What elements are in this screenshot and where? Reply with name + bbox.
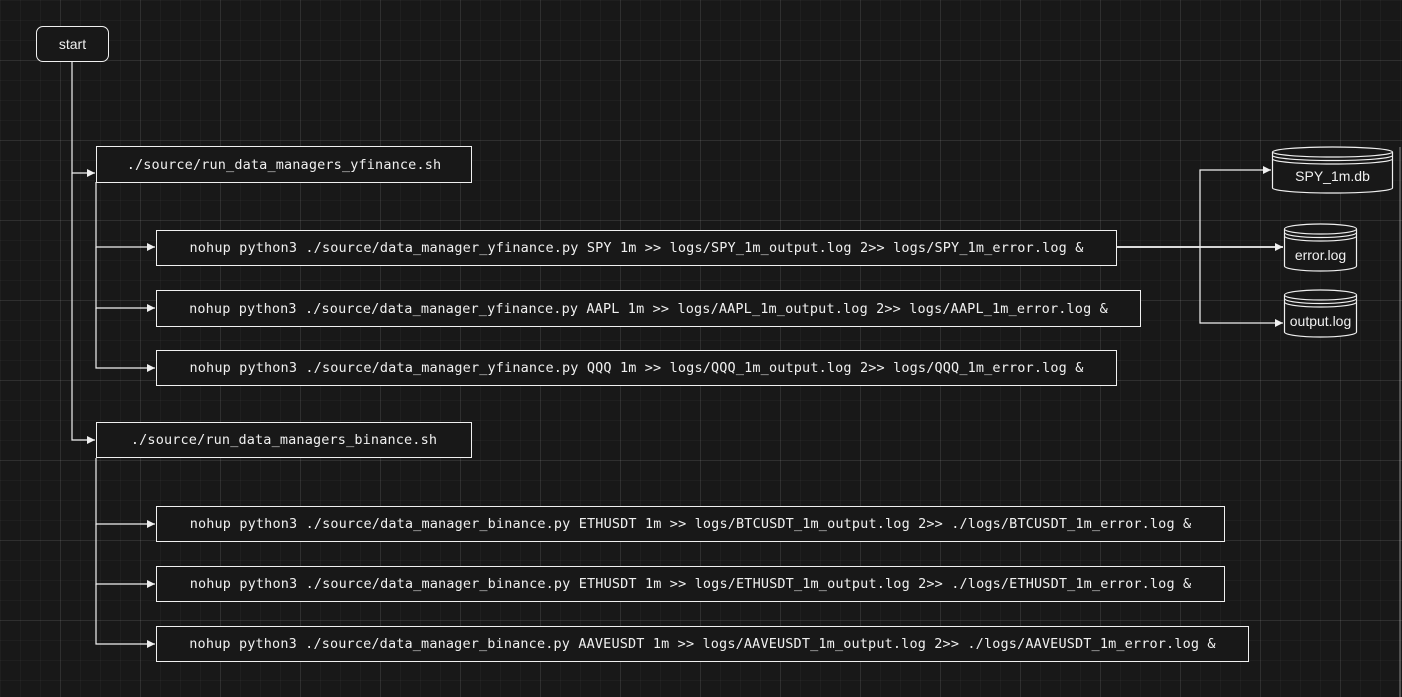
cmd-ethusdt-node[interactable]: nohup python3 ./source/data_manager_bina… <box>156 566 1225 602</box>
spy-db-cylinder[interactable]: SPY_1m.db <box>1271 145 1394 195</box>
connector-yfinance-to-qqq <box>95 308 155 372</box>
error-log-label: error.log <box>1294 247 1347 263</box>
cmd-btcusdt-label: nohup python3 ./source/data_manager_bina… <box>189 516 1192 532</box>
connector-start-to-binance <box>71 173 95 444</box>
connector-spy-to-output-log <box>1199 247 1283 327</box>
cmd-aapl-node[interactable]: nohup python3 ./source/data_manager_yfin… <box>156 290 1141 327</box>
cmd-aapl-label: nohup python3 ./source/data_manager_yfin… <box>189 300 1108 317</box>
connector-binance-to-ethusdt <box>95 524 155 588</box>
connector-binance-to-aaveusdt <box>95 584 155 648</box>
cmd-spy-label: nohup python3 ./source/data_manager_yfin… <box>189 240 1084 256</box>
cmd-spy-node[interactable]: nohup python3 ./source/data_manager_yfin… <box>156 230 1117 266</box>
binance-script-node[interactable]: ./source/run_data_managers_binance.sh <box>96 422 472 458</box>
spy-db-label: SPY_1m.db <box>1295 168 1370 184</box>
connector-binance-to-btcusdt <box>95 458 155 528</box>
yfinance-script-label: ./source/run_data_managers_yfinance.sh <box>126 156 442 173</box>
connector-yfinance-to-aapl <box>95 247 155 312</box>
cmd-aaveusdt-node[interactable]: nohup python3 ./source/data_manager_bina… <box>156 626 1249 662</box>
output-log-cylinder[interactable]: output.log <box>1283 288 1358 339</box>
output-log-label: output.log <box>1289 313 1352 329</box>
cmd-btcusdt-node[interactable]: nohup python3 ./source/data_manager_bina… <box>156 506 1225 542</box>
binance-script-label: ./source/run_data_managers_binance.sh <box>130 432 438 448</box>
yfinance-script-node[interactable]: ./source/run_data_managers_yfinance.sh <box>96 146 472 183</box>
start-node[interactable]: start <box>36 26 109 62</box>
connector-start-to-yfinance <box>71 62 95 177</box>
cmd-ethusdt-label: nohup python3 ./source/data_manager_bina… <box>189 576 1192 592</box>
cmd-qqq-label: nohup python3 ./source/data_manager_yfin… <box>189 360 1084 376</box>
connector-spy-to-db <box>1116 166 1271 248</box>
connector-yfinance-to-spy <box>95 182 155 251</box>
error-log-cylinder[interactable]: error.log <box>1283 222 1358 273</box>
start-label: start <box>58 36 87 52</box>
cmd-aaveusdt-label: nohup python3 ./source/data_manager_bina… <box>189 636 1216 652</box>
cmd-qqq-node[interactable]: nohup python3 ./source/data_manager_yfin… <box>156 350 1117 386</box>
